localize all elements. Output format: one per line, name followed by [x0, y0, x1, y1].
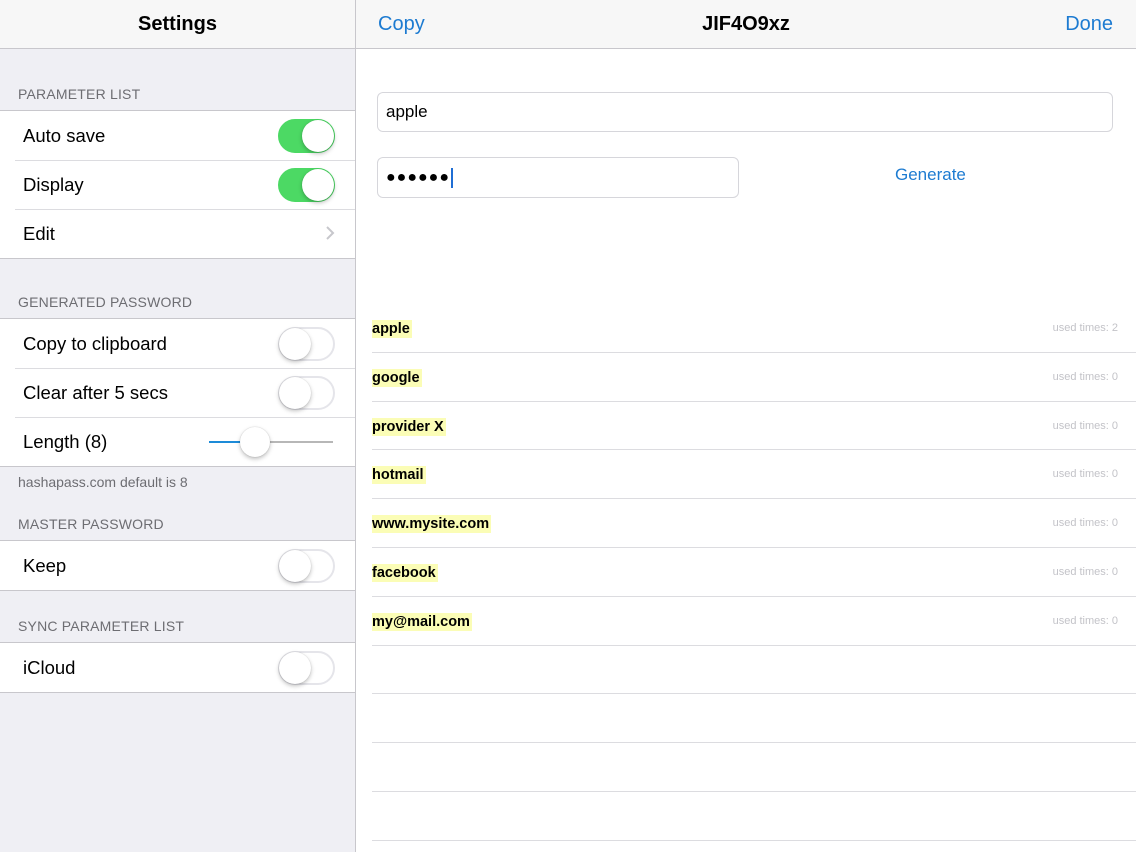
row-label: Edit — [23, 222, 55, 244]
password-mask: ●●●●●● — [386, 168, 450, 186]
list-item[interactable]: my@mail.com used times: 0 — [372, 597, 1136, 646]
slider-thumb[interactable] — [239, 427, 270, 457]
copy-to-clipboard-toggle[interactable] — [278, 327, 335, 361]
generated-password-title: JIF4O9xz — [702, 13, 790, 35]
detail-nav-bar: Copy JIF4O9xz Done — [356, 0, 1136, 49]
generate-button[interactable]: Generate — [895, 165, 966, 185]
list-item[interactable]: provider X used times: 0 — [372, 402, 1136, 451]
parameter-input-value: apple — [386, 102, 428, 121]
entry-used-count: used times: 0 — [1052, 565, 1118, 578]
group-generated-password: Copy to clipboard Clear after 5 secs Len… — [0, 318, 355, 467]
master-password-input[interactable]: ●●●●●● — [377, 157, 739, 198]
length-footer-note: hashapass.com default is 8 — [18, 474, 188, 490]
list-item[interactable]: facebook used times: 0 — [372, 548, 1136, 597]
text-caret — [450, 167, 453, 188]
row-auto-save[interactable]: Auto save — [0, 111, 355, 160]
entry-used-count: used times: 0 — [1052, 468, 1118, 481]
icloud-toggle[interactable] — [278, 651, 335, 685]
list-item[interactable]: apple used times: 2 — [372, 304, 1136, 353]
entry-name: google — [372, 368, 422, 387]
row-label: Clear after 5 secs — [23, 381, 168, 403]
settings-title: Settings — [138, 12, 217, 35]
length-slider[interactable] — [209, 427, 333, 457]
split-divider — [355, 0, 356, 852]
entry-name: provider X — [372, 417, 446, 436]
section-header-parameter-list: PARAMETER LIST — [18, 86, 141, 102]
row-display[interactable]: Display — [0, 160, 355, 209]
row-label: Copy to clipboard — [23, 332, 167, 354]
group-parameter-list: Auto save Display Edit — [0, 110, 355, 259]
chevron-right-icon — [326, 226, 335, 240]
parameter-input[interactable]: apple — [377, 92, 1113, 132]
empty-list-row — [372, 743, 1136, 792]
toggle-knob — [302, 169, 334, 201]
row-label: Display — [23, 173, 84, 195]
entry-name: facebook — [372, 563, 438, 582]
section-header-master-password: MASTER PASSWORD — [18, 516, 164, 532]
list-item[interactable]: google used times: 0 — [372, 353, 1136, 402]
empty-list-row — [372, 646, 1136, 695]
toggle-knob — [279, 328, 311, 360]
entry-used-count: used times: 0 — [1052, 517, 1118, 530]
row-clear-after[interactable]: Clear after 5 secs — [0, 368, 355, 417]
done-button[interactable]: Done — [1065, 13, 1113, 36]
empty-list-row — [372, 694, 1136, 744]
row-label: iCloud — [23, 656, 76, 678]
section-header-generated-password: GENERATED PASSWORD — [18, 294, 193, 310]
entry-name: hotmail — [372, 466, 426, 485]
entry-used-count: used times: 0 — [1052, 614, 1118, 627]
group-sync-parameter-list: iCloud — [0, 642, 355, 693]
toggle-knob — [279, 377, 311, 409]
row-keep[interactable]: Keep — [0, 541, 355, 590]
row-edit[interactable]: Edit — [0, 209, 355, 258]
entry-name: www.mysite.com — [372, 515, 492, 534]
auto-save-toggle[interactable] — [278, 119, 335, 153]
toggle-knob — [279, 550, 311, 582]
section-header-sync-parameter-list: SYNC PARAMETER LIST — [18, 618, 185, 634]
keep-toggle[interactable] — [278, 549, 335, 583]
entry-name: apple — [372, 320, 412, 338]
parameter-history-list: apple used times: 2 google used times: 0 pro… — [372, 304, 1136, 841]
row-length: Length (8) — [0, 417, 355, 466]
toggle-knob — [279, 652, 311, 684]
settings-nav-bar: Settings — [0, 0, 355, 49]
toggle-knob — [302, 120, 334, 152]
empty-list-row — [372, 792, 1136, 841]
list-item[interactable]: www.mysite.com used times: 0 — [372, 499, 1136, 548]
group-master-password: Keep — [0, 540, 355, 591]
entry-used-count: used times: 0 — [1052, 370, 1118, 383]
display-toggle[interactable] — [278, 168, 335, 202]
clear-after-toggle[interactable] — [278, 376, 335, 410]
row-label: Length (8) — [23, 430, 108, 452]
row-label: Keep — [23, 554, 67, 576]
entry-used-count: used times: 2 — [1052, 322, 1118, 334]
row-icloud[interactable]: iCloud — [0, 643, 355, 692]
row-copy-to-clipboard[interactable]: Copy to clipboard — [0, 319, 355, 368]
list-item[interactable]: hotmail used times: 0 — [372, 450, 1136, 500]
row-label: Auto save — [23, 124, 106, 146]
entry-name: my@mail.com — [372, 612, 472, 631]
entry-used-count: used times: 0 — [1052, 419, 1118, 432]
settings-panel: Settings PARAMETER LIST Auto save Displa… — [0, 0, 355, 852]
